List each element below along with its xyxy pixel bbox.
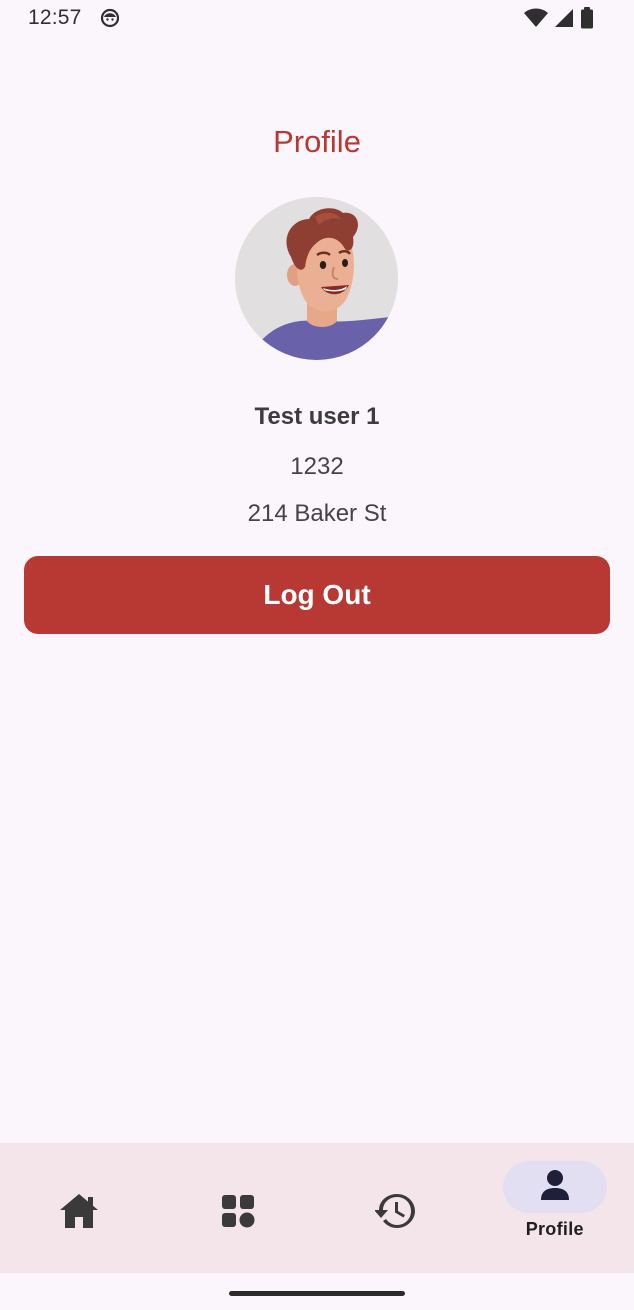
user-address: 214 Baker St (247, 500, 387, 527)
avatar (235, 197, 398, 360)
wifi-icon (524, 8, 548, 28)
notification-face-icon (100, 8, 120, 28)
logout-button[interactable]: Log Out (24, 556, 610, 634)
nav-pill-categories (186, 1187, 290, 1239)
page-title: Profile (273, 124, 361, 159)
nav-label-profile: Profile (525, 1219, 584, 1239)
status-time: 12:57 (28, 6, 82, 29)
status-left: 12:57 (28, 6, 120, 30)
battery-icon (580, 7, 594, 29)
nav-item-categories[interactable] (159, 1143, 318, 1273)
signal-icon (554, 8, 574, 28)
user-name: Test user 1 (254, 403, 380, 430)
history-icon (374, 1191, 417, 1236)
nav-pill-profile (502, 1161, 607, 1213)
nav-pill-history (344, 1187, 448, 1239)
status-right (524, 7, 594, 29)
gesture-area (0, 1273, 634, 1310)
home-icon (58, 1192, 100, 1235)
nav-item-home[interactable] (0, 1143, 159, 1273)
nav-item-profile[interactable]: Profile (476, 1143, 634, 1273)
user-id: 1232 (290, 453, 344, 480)
gesture-handle[interactable] (229, 1291, 405, 1296)
person-icon (539, 1169, 571, 1206)
avatar-illustration (235, 197, 398, 360)
nav-item-history[interactable] (317, 1143, 476, 1273)
nav-pill-home (27, 1187, 131, 1239)
bottom-navigation: Profile (0, 1143, 634, 1273)
status-bar: 12:57 (0, 0, 634, 36)
grid-icon (221, 1194, 255, 1233)
